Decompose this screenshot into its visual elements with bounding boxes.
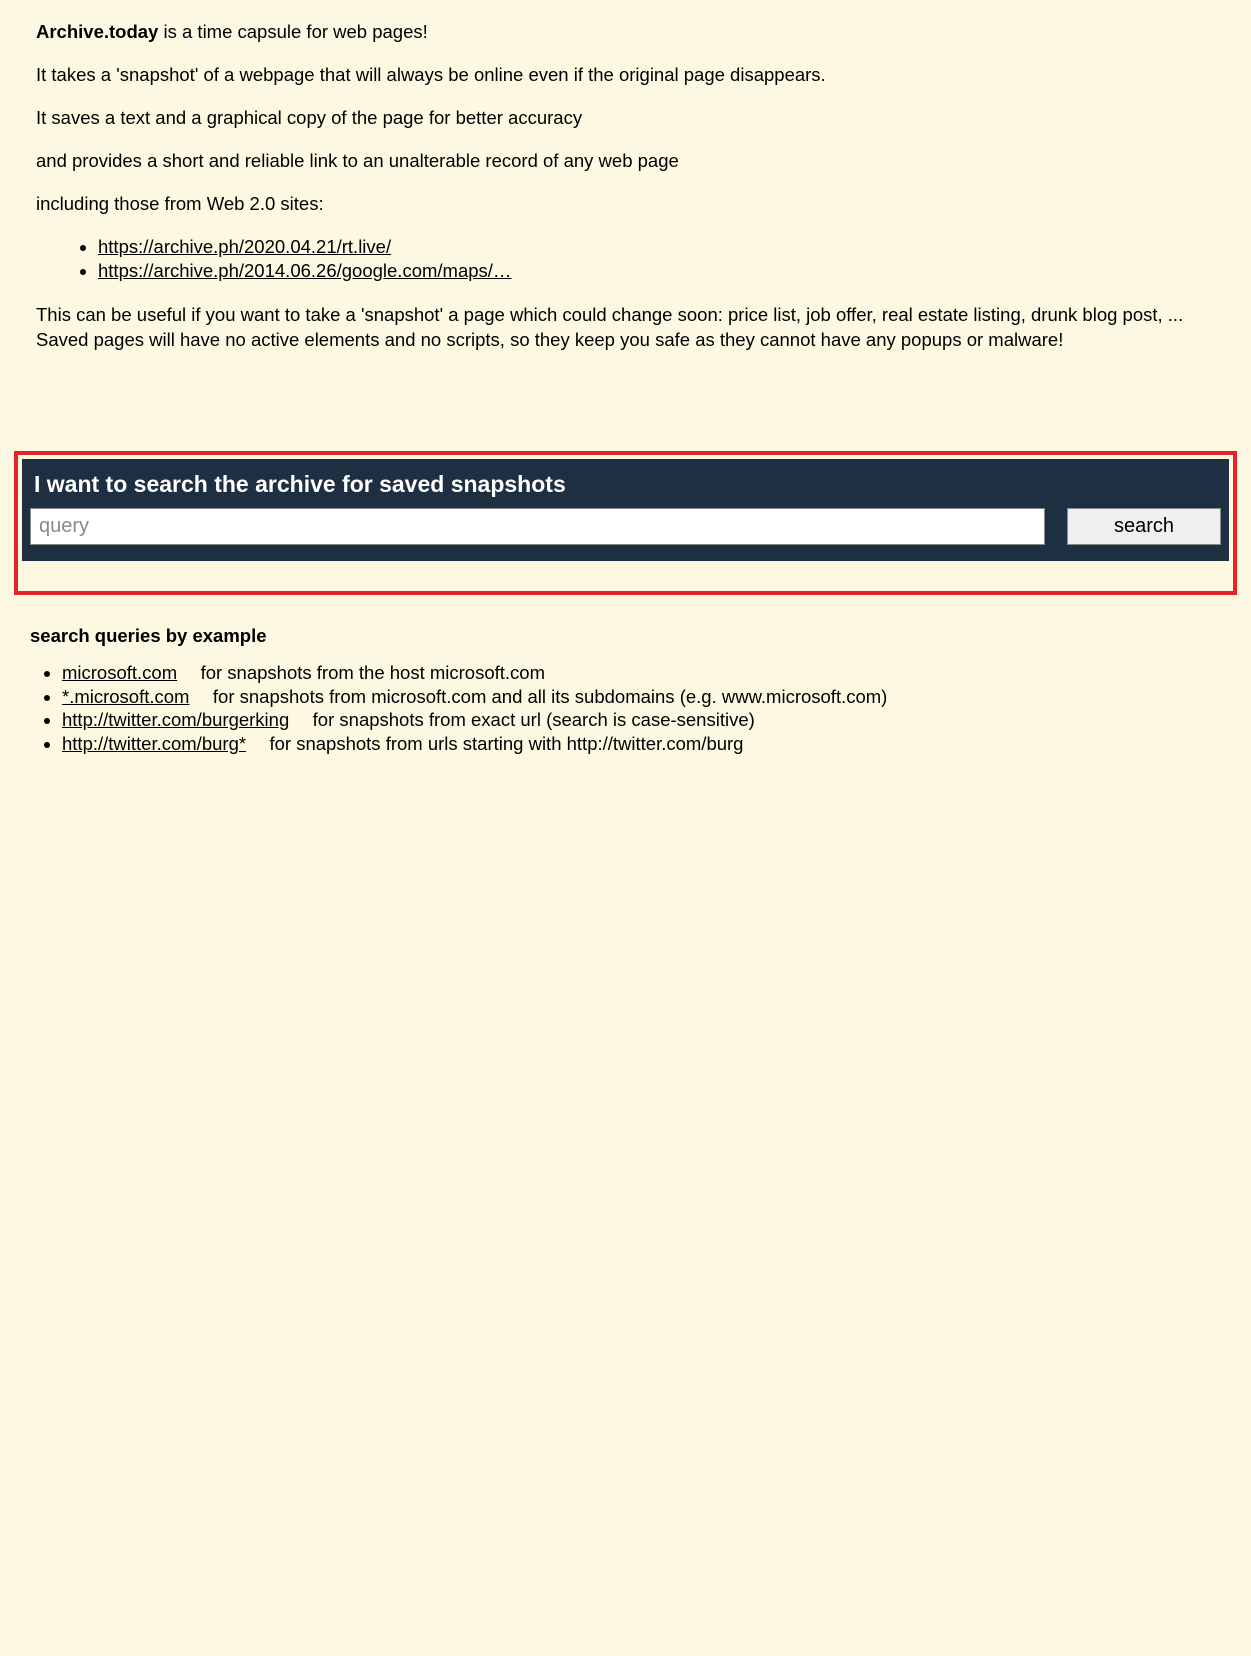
example-desc: for snapshots from urls starting with ht… — [259, 733, 743, 754]
example-query-link[interactable]: microsoft.com — [62, 662, 177, 683]
page: Archive.today is a time capsule for web … — [0, 0, 1251, 1656]
examples-heading: search queries by example — [30, 625, 1251, 647]
example-query-link[interactable]: http://twitter.com/burgerking — [62, 709, 289, 730]
search-button[interactable]: search — [1067, 508, 1221, 545]
intro-content: Archive.today is a time capsule for web … — [0, 0, 1251, 411]
example-desc: for snapshots from microsoft.com and all… — [203, 686, 888, 707]
intro-line-5: including those from Web 2.0 sites: — [36, 192, 1215, 217]
example-link-1[interactable]: https://archive.ph/2020.04.21/rt.live/ — [98, 236, 391, 257]
list-item: http://twitter.com/burgerking for snapsh… — [62, 708, 1251, 732]
search-input[interactable] — [30, 508, 1045, 545]
list-item: https://archive.ph/2014.06.26/google.com… — [98, 259, 1215, 283]
spacer — [0, 756, 1251, 1656]
search-row: search — [30, 508, 1221, 545]
search-banner: I want to search the archive for saved s… — [22, 459, 1229, 561]
example-link-2[interactable]: https://archive.ph/2014.06.26/google.com… — [98, 260, 511, 281]
example-link-list: https://archive.ph/2020.04.21/rt.live/ h… — [36, 235, 1215, 283]
search-heading: I want to search the archive for saved s… — [30, 471, 1221, 498]
example-query-link[interactable]: *.microsoft.com — [62, 686, 189, 707]
example-desc: for snapshots from exact url (search is … — [302, 709, 754, 730]
intro-tail: This can be useful if you want to take a… — [36, 303, 1215, 353]
list-item: microsoft.com for snapshots from the hos… — [62, 661, 1251, 685]
example-query-link[interactable]: http://twitter.com/burg* — [62, 733, 246, 754]
intro-line-2: It takes a 'snapshot' of a webpage that … — [36, 63, 1215, 88]
search-highlight-box: I want to search the archive for saved s… — [14, 451, 1237, 595]
tagline: is a time capsule for web pages! — [158, 21, 427, 42]
useful-line: This can be useful if you want to take a… — [36, 304, 1183, 325]
intro-line-3: It saves a text and a graphical copy of … — [36, 106, 1215, 131]
example-desc: for snapshots from the host microsoft.co… — [190, 662, 545, 683]
safety-line: Saved pages will have no active elements… — [36, 329, 1063, 350]
intro-line-1: Archive.today is a time capsule for web … — [36, 20, 1215, 45]
list-item: https://archive.ph/2020.04.21/rt.live/ — [98, 235, 1215, 259]
list-item: *.microsoft.com for snapshots from micro… — [62, 685, 1251, 709]
examples-list: microsoft.com for snapshots from the hos… — [0, 661, 1251, 756]
site-name: Archive.today — [36, 21, 158, 42]
intro-line-4: and provides a short and reliable link t… — [36, 149, 1215, 174]
list-item: http://twitter.com/burg* for snapshots f… — [62, 732, 1251, 756]
